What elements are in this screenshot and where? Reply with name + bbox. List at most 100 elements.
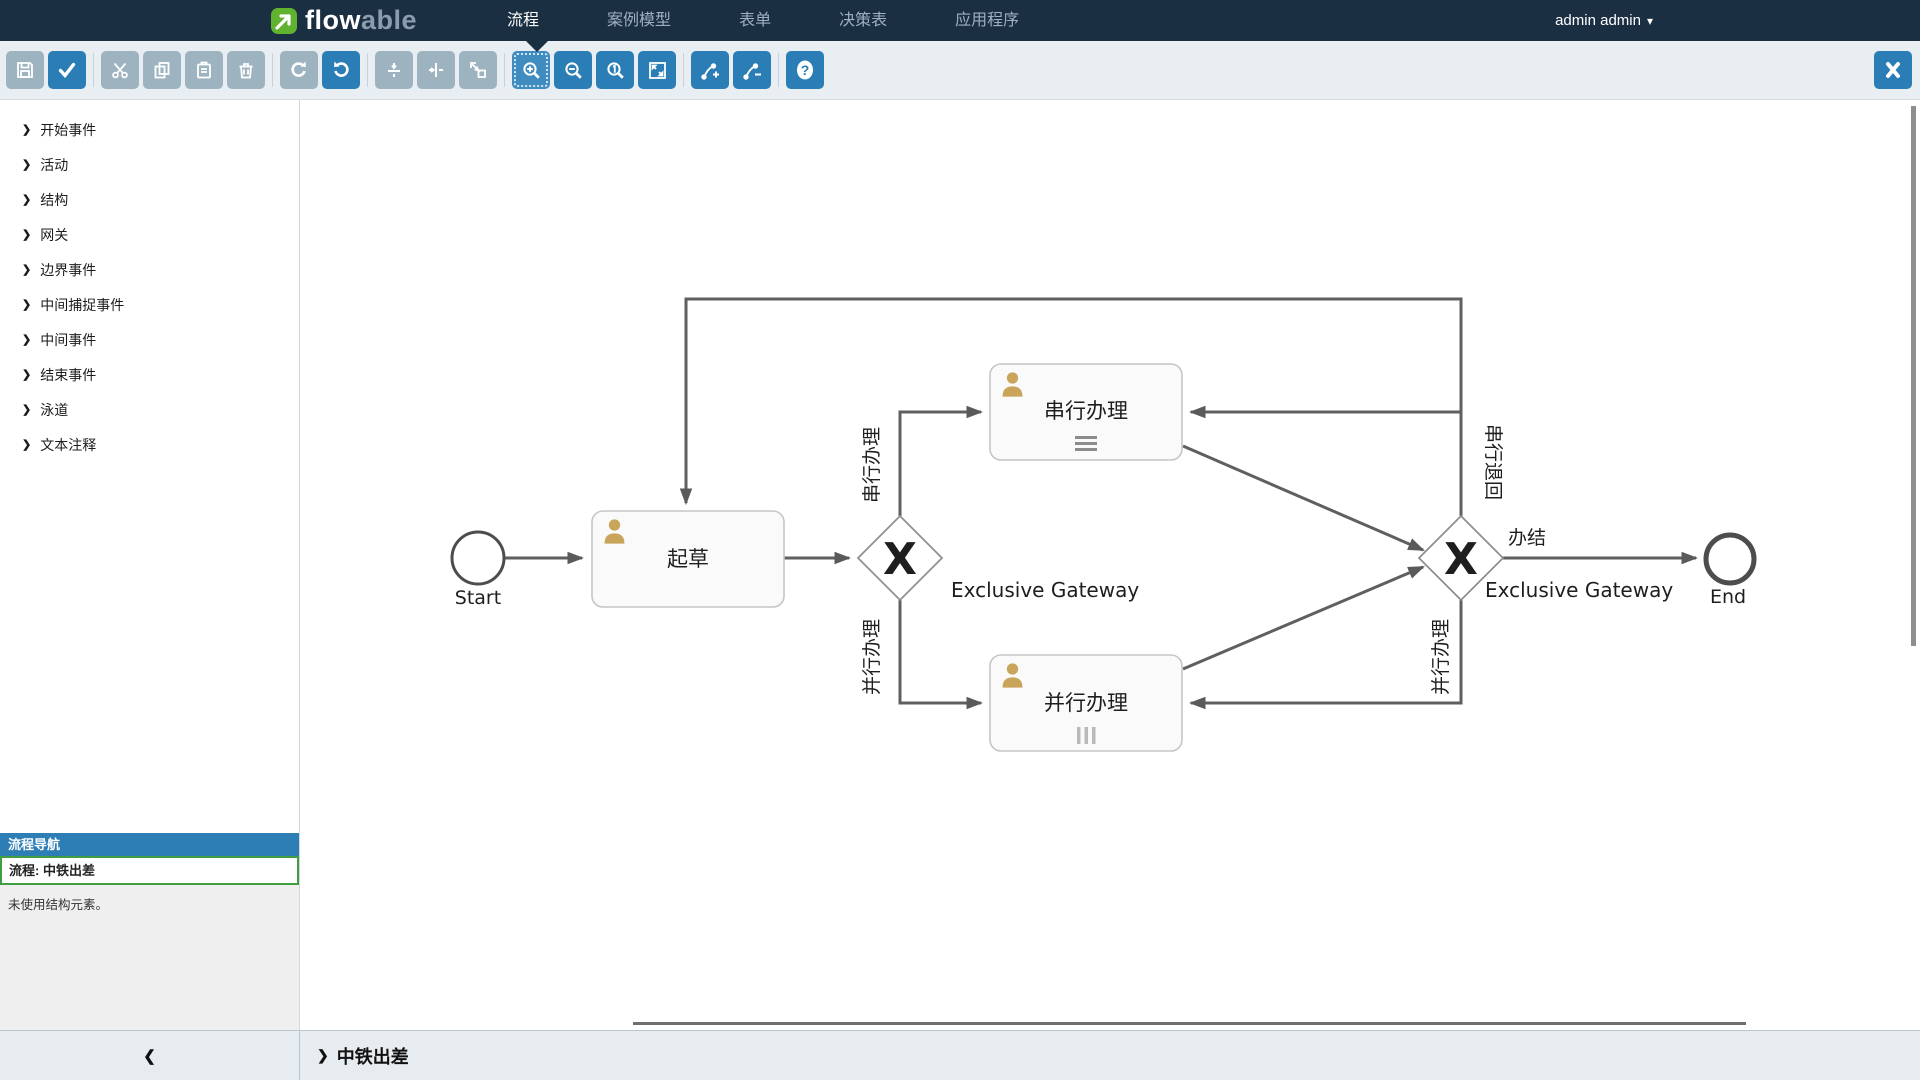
- copy-button[interactable]: [143, 51, 181, 89]
- tab-apps[interactable]: 应用程序: [955, 0, 1019, 41]
- flowable-logo[interactable]: flowable: [270, 5, 417, 36]
- flow-parallel-label: 并行办理: [861, 619, 883, 695]
- flow-gateway2-return-to-parallel[interactable]: [1191, 600, 1461, 703]
- task-parallel[interactable]: 并行办理: [990, 655, 1182, 751]
- palette-sidebar: ❯开始事件 ❯活动 ❯结构 ❯网关 ❯边界事件 ❯中间捕捉事件 ❯中间事件 ❯结…: [0, 100, 300, 1030]
- chevron-right-icon: ❯: [317, 1047, 329, 1064]
- flowable-logo-icon: [270, 7, 298, 35]
- save-button[interactable]: [6, 51, 44, 89]
- sequence-flows[interactable]: [505, 299, 1696, 703]
- redo-button[interactable]: [280, 51, 318, 89]
- palette-item-label: 开始事件: [40, 120, 96, 140]
- breadcrumb-process-name: 中铁出差: [337, 1043, 409, 1069]
- tab-case-models[interactable]: 案例模型: [607, 0, 671, 41]
- validate-button[interactable]: [48, 51, 86, 89]
- diagram-canvas[interactable]: Start 起草 串行办理 并行办理 X Exclusive Gateway X…: [301, 100, 1920, 1030]
- flow-parallel-to-gateway2[interactable]: [1183, 567, 1423, 669]
- tab-forms[interactable]: 表单: [739, 0, 771, 41]
- palette-item-text-annotation[interactable]: ❯ 文本注释: [0, 427, 299, 462]
- cut-button[interactable]: [101, 51, 139, 89]
- close-editor-button[interactable]: [1874, 51, 1912, 89]
- palette-item-intermediate-events[interactable]: ❯中间事件: [0, 322, 299, 357]
- flow-serial-return-label: 串行退回: [1482, 424, 1504, 500]
- flow-gateway2-return-to-serial[interactable]: [1191, 412, 1461, 516]
- toolbar-separator: [778, 53, 779, 87]
- start-event[interactable]: [452, 532, 504, 584]
- chevron-right-icon: ❯: [22, 158, 31, 171]
- align-vertical-button[interactable]: [375, 51, 413, 89]
- remove-bendpoint-button[interactable]: [733, 51, 771, 89]
- palette-item-swimlanes[interactable]: ❯泳道: [0, 392, 299, 427]
- toolbar-separator: [93, 53, 94, 87]
- undo-icon: [331, 60, 351, 80]
- flow-serial-to-gateway2[interactable]: [1183, 446, 1423, 550]
- undo-button[interactable]: [322, 51, 360, 89]
- palette-item-label: 边界事件: [40, 260, 96, 280]
- palette-item-label: 泳道: [40, 400, 68, 420]
- paste-button[interactable]: [185, 51, 223, 89]
- vertical-scrollbar[interactable]: [1911, 106, 1916, 646]
- toolbar-separator: [683, 53, 684, 87]
- palette-item-boundary-events[interactable]: ❯边界事件: [0, 252, 299, 287]
- chevron-right-icon: ❯: [22, 298, 31, 311]
- parallel-multi-instance-icon: [1077, 727, 1096, 744]
- tab-processes[interactable]: 流程: [507, 0, 539, 41]
- flow-gateway1-to-serial[interactable]: [900, 412, 981, 516]
- tab-decision-tables[interactable]: 决策表: [839, 0, 887, 41]
- add-bendpoint-button[interactable]: [691, 51, 729, 89]
- zoom-fit-icon: [647, 60, 668, 81]
- breadcrumb[interactable]: ❯ 中铁出差: [300, 1031, 409, 1080]
- zoom-in-button[interactable]: [512, 51, 550, 89]
- same-size-button[interactable]: [459, 51, 497, 89]
- chevron-right-icon: ❯: [22, 123, 31, 136]
- gateway1-label: Exclusive Gateway: [951, 578, 1139, 602]
- chevron-right-icon: ❯: [22, 438, 31, 451]
- close-icon: [1883, 60, 1903, 80]
- redo-icon: [289, 60, 309, 80]
- task-serial[interactable]: 串行办理: [990, 364, 1182, 460]
- gateway-x-symbol: X: [1444, 534, 1478, 585]
- user-name: admin admin: [1555, 12, 1641, 29]
- zoom-actual-button[interactable]: [596, 51, 634, 89]
- toolbar-separator: [367, 53, 368, 87]
- flow-finish-label: 办结: [1508, 527, 1546, 549]
- palette-item-structural[interactable]: ❯结构: [0, 182, 299, 217]
- process-navigator-current[interactable]: 流程: 中铁出差: [0, 856, 299, 885]
- cut-icon: [110, 60, 130, 80]
- task-draft[interactable]: 起草: [592, 511, 784, 607]
- svg-text:?: ?: [801, 62, 810, 78]
- check-icon: [57, 60, 77, 80]
- flow-gateway1-to-parallel[interactable]: [900, 600, 981, 703]
- zoom-fit-button[interactable]: [638, 51, 676, 89]
- task-draft-label: 起草: [667, 547, 709, 571]
- palette-item-start-events[interactable]: ❯ 开始事件: [0, 112, 299, 147]
- chevron-right-icon: ❯: [22, 333, 31, 346]
- user-menu[interactable]: admin admin ▾: [1555, 12, 1653, 29]
- palette-item-gateways[interactable]: ❯网关: [0, 217, 299, 252]
- chevron-down-icon: ▾: [1647, 14, 1653, 28]
- palette-item-activities[interactable]: ❯活动: [0, 147, 299, 182]
- task-parallel-label: 并行办理: [1044, 691, 1128, 715]
- palette-item-label: 文本注释: [40, 435, 96, 455]
- process-navigator-title: 流程导航: [0, 833, 299, 856]
- toolbar-separator: [272, 53, 273, 87]
- trash-icon: [236, 60, 256, 80]
- toolbar-separator: [504, 53, 505, 87]
- active-tab-caret: [526, 41, 548, 52]
- delete-button[interactable]: [227, 51, 265, 89]
- exclusive-gateway-1[interactable]: X Exclusive Gateway: [858, 516, 1139, 602]
- palette-list: ❯开始事件 ❯活动 ❯结构 ❯网关 ❯边界事件 ❯中间捕捉事件 ❯中间事件 ❯结…: [0, 100, 299, 462]
- collapse-sidebar-icon[interactable]: ❮: [143, 1047, 156, 1065]
- flow-parallel-return-label: 并行办理: [1430, 619, 1452, 695]
- horizontal-scrollbar[interactable]: [633, 1022, 1746, 1025]
- align-horizontal-button[interactable]: [417, 51, 455, 89]
- help-button[interactable]: ?: [786, 51, 824, 89]
- task-serial-label: 串行办理: [1044, 399, 1128, 423]
- add-bendpoint-icon: [700, 60, 721, 81]
- zoom-out-button[interactable]: [554, 51, 592, 89]
- palette-item-label: 网关: [40, 225, 68, 245]
- zoom-out-icon: [563, 60, 584, 81]
- end-event[interactable]: [1706, 535, 1754, 583]
- palette-item-intermediate-catching-events[interactable]: ❯中间捕捉事件: [0, 287, 299, 322]
- palette-item-end-events[interactable]: ❯结束事件: [0, 357, 299, 392]
